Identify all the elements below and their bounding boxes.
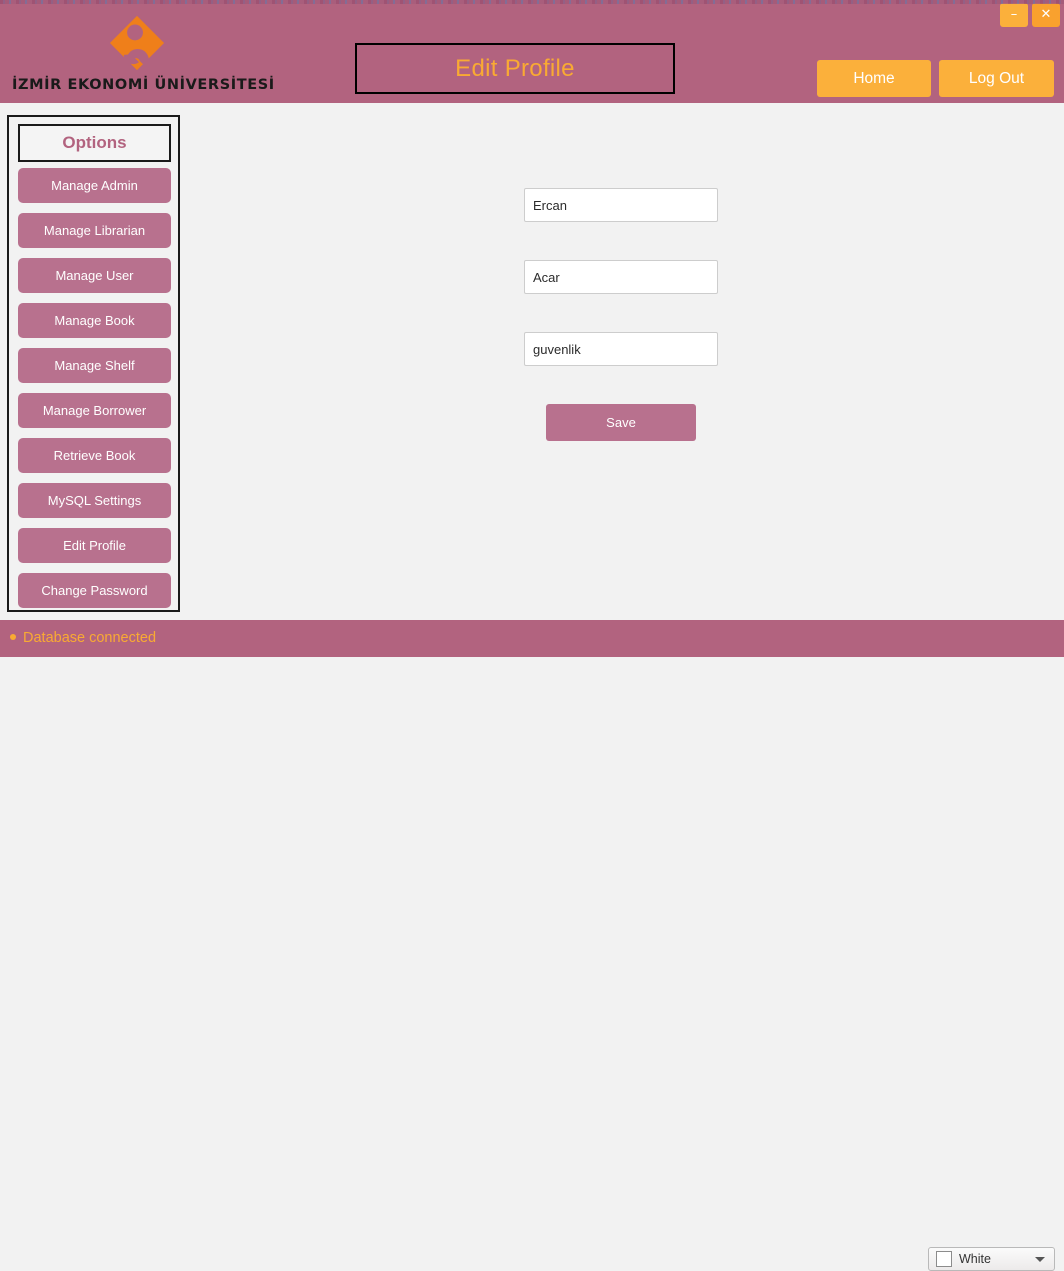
last-name-input[interactable] [524,260,718,294]
app-header: İZMİR EKONOMİ ÜNİVERSİTESİ Edit Profile … [0,0,1064,103]
minimize-button[interactable]: – [1000,3,1028,27]
database-status: Database connected [10,620,156,657]
status-bar: Database connected White [0,620,1064,1271]
save-button[interactable]: Save [546,404,696,441]
sidebar-item-manage-librarian[interactable]: Manage Librarian [18,213,171,248]
izmir-ekonomi-diamond-logo-icon [109,15,165,71]
sidebar-item-edit-profile[interactable]: Edit Profile [18,528,171,563]
first-name-input[interactable] [524,188,718,222]
close-button[interactable]: ✕ [1032,3,1060,27]
university-logo: İZMİR EKONOMİ ÜNİVERSİTESİ [0,4,278,100]
sidebar-item-retrieve-book[interactable]: Retrieve Book [18,438,171,473]
sidebar-panel: Options Manage Admin Manage Librarian Ma… [7,115,180,612]
application-window: İZMİR EKONOMİ ÜNİVERSİTESİ Edit Profile … [0,0,1064,1271]
sidebar-item-manage-book[interactable]: Manage Book [18,303,171,338]
sidebar-item-manage-borrower[interactable]: Manage Borrower [18,393,171,428]
chevron-down-icon [1035,1256,1045,1262]
sidebar-heading: Options [18,124,171,162]
password-input[interactable] [524,332,718,366]
window-top-edge-artifact [0,0,1064,4]
status-dot-icon [10,634,16,641]
sidebar-item-manage-shelf[interactable]: Manage Shelf [18,348,171,383]
home-button[interactable]: Home [817,60,931,97]
page-title-box: Edit Profile [355,43,675,94]
sidebar-item-mysql-settings[interactable]: MySQL Settings [18,483,171,518]
theme-color-value: White [959,1252,991,1266]
sidebar-item-change-password[interactable]: Change Password [18,573,171,608]
sidebar-item-manage-user[interactable]: Manage User [18,258,171,293]
main-content: Save [180,103,1064,618]
theme-color-select[interactable]: White [928,1247,1055,1271]
logout-button[interactable]: Log Out [939,60,1054,97]
color-swatch-icon [936,1251,952,1267]
sidebar-item-manage-admin[interactable]: Manage Admin [18,168,171,203]
database-status-label: Database connected [23,630,157,646]
university-logo-text: İZMİR EKONOMİ ÜNİVERSİTESİ [12,77,275,93]
page-title: Edit Profile [455,54,575,82]
